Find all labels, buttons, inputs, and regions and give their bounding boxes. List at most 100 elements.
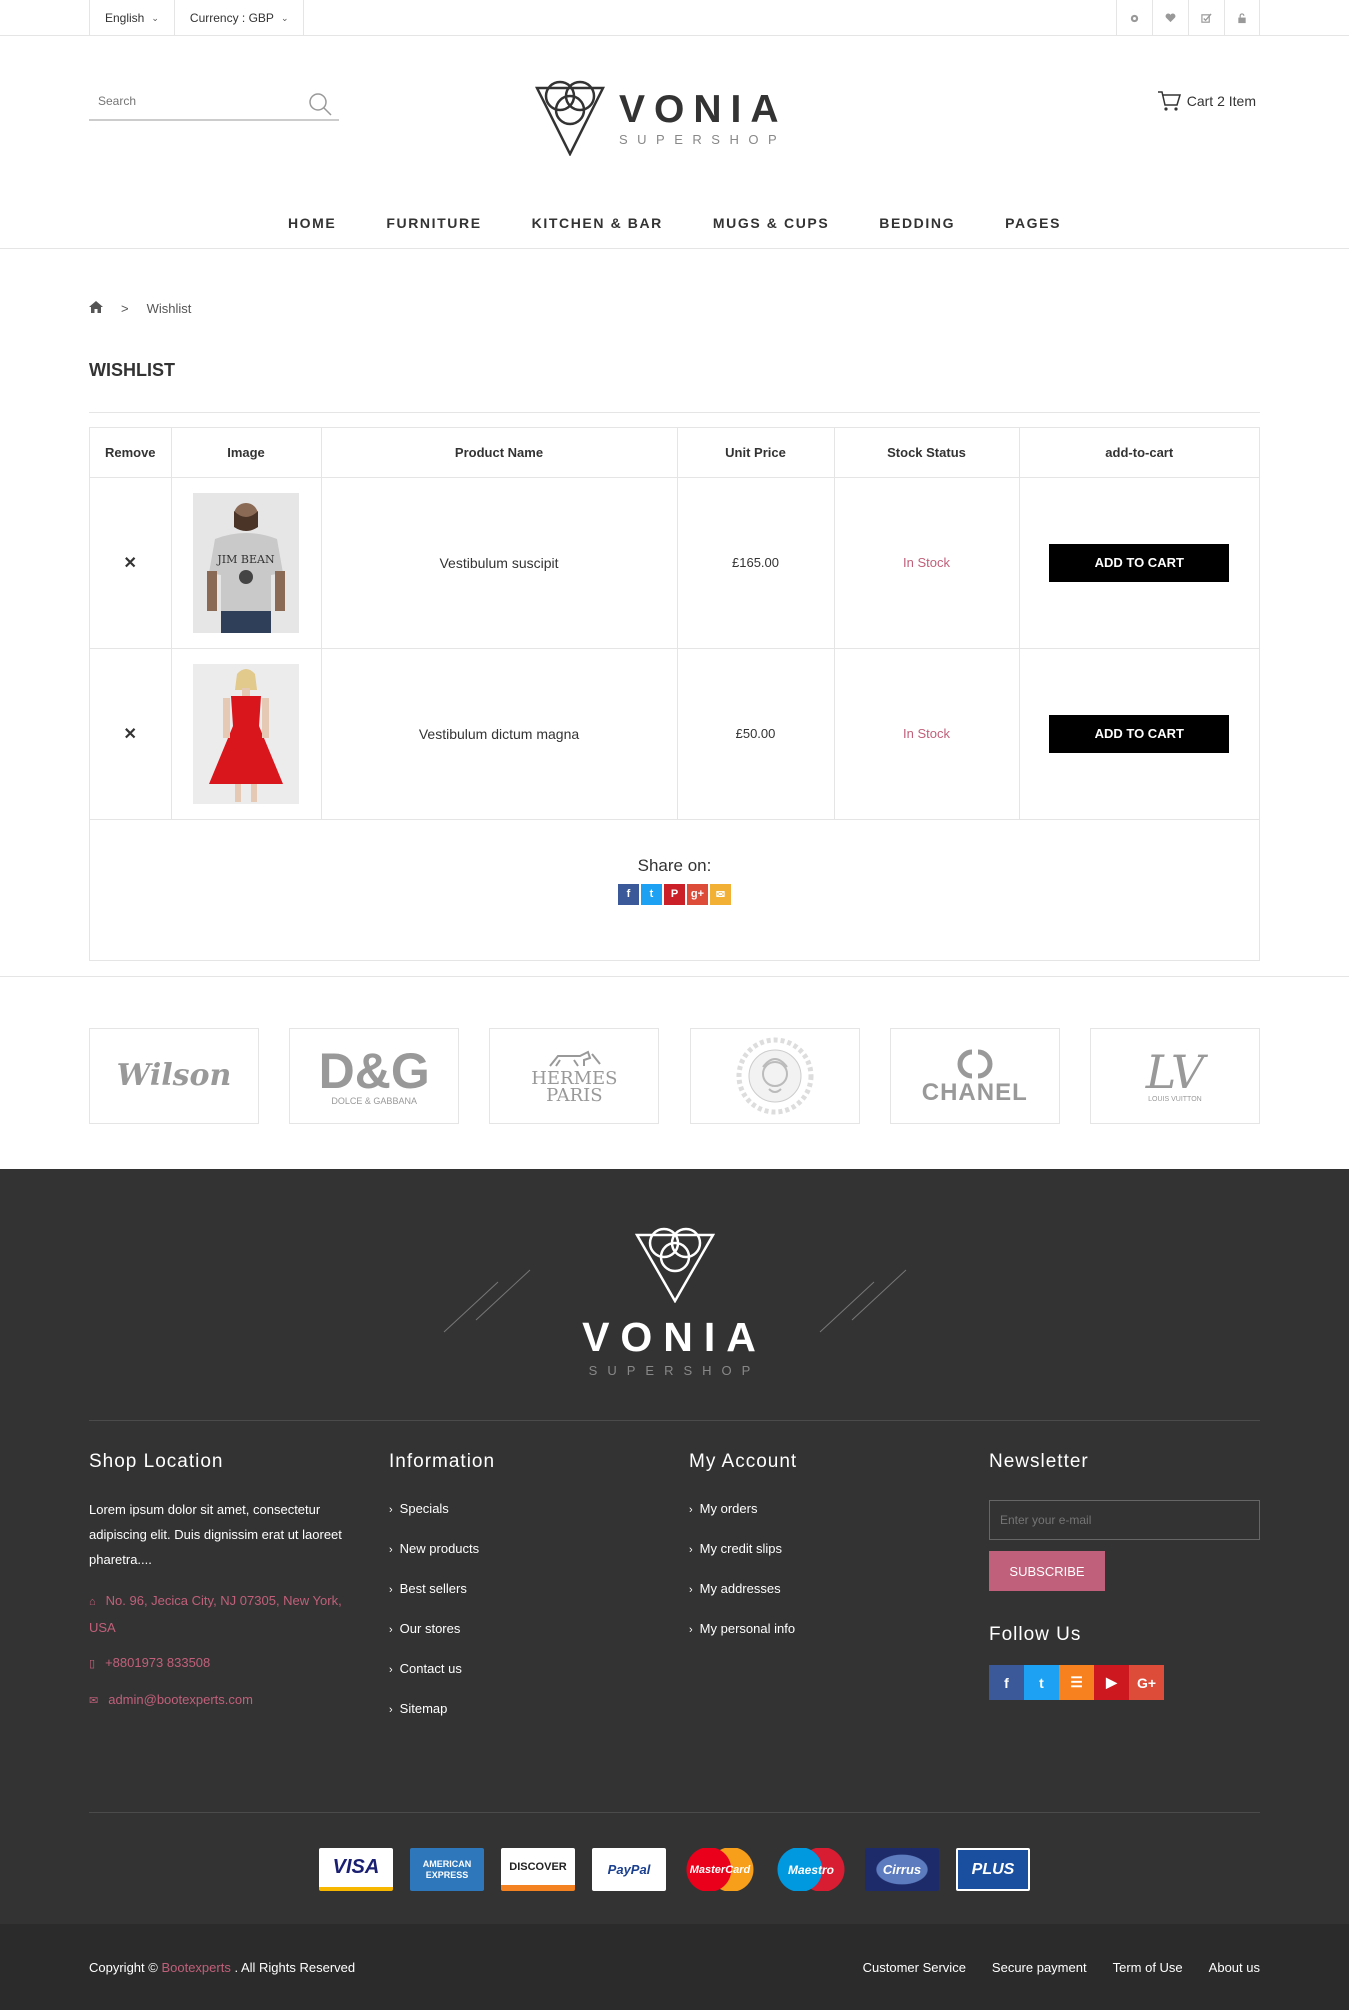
nav-furniture[interactable]: FURNITURE bbox=[386, 205, 481, 231]
footer: VONIA SUPERSHOP Shop Location Lorem ipsu… bbox=[0, 1169, 1349, 1924]
phone-text: +8801973 833508 bbox=[105, 1655, 211, 1670]
check-square-icon[interactable] bbox=[1188, 0, 1224, 36]
youtube-icon[interactable]: ▶ bbox=[1094, 1665, 1129, 1700]
term-of-use-link[interactable]: Term of Use bbox=[1113, 1960, 1183, 1975]
product-name[interactable]: Vestibulum suscipit bbox=[321, 477, 678, 649]
footer-link[interactable]: › Sitemap bbox=[389, 1701, 495, 1741]
search-icon[interactable] bbox=[307, 91, 333, 122]
email-share-icon[interactable]: ✉ bbox=[710, 883, 731, 905]
copyright-brand-link[interactable]: Bootexperts bbox=[161, 1960, 230, 1975]
share-title: Share on: bbox=[637, 855, 712, 875]
heart-icon[interactable] bbox=[1152, 0, 1188, 36]
col-stock-status: Stock Status bbox=[834, 428, 1020, 478]
chevron-right-icon: › bbox=[389, 1704, 393, 1716]
cart-label: Cart 2 Item bbox=[1186, 93, 1256, 109]
diamond-logo-icon bbox=[634, 1227, 715, 1304]
mobile-icon: ▯ bbox=[89, 1658, 96, 1670]
secure-payment-link[interactable]: Secure payment bbox=[992, 1960, 1087, 1975]
language-selector[interactable]: English ⌄ bbox=[89, 0, 174, 36]
product-image[interactable]: JIM BEAN bbox=[193, 492, 299, 633]
social-links: f t ☰ ▶ G+ bbox=[989, 1665, 1260, 1700]
facebook-share-icon[interactable]: f bbox=[618, 883, 639, 905]
footer-logo-subtitle: SUPERSHOP bbox=[588, 1363, 761, 1378]
footer-link-label: My orders bbox=[699, 1501, 758, 1516]
logo-subtitle: SUPERSHOP bbox=[619, 131, 787, 147]
search-input[interactable] bbox=[89, 85, 289, 117]
brand-logo-hermes[interactable]: HERMES PARIS bbox=[489, 1027, 660, 1124]
brand-logo-lv[interactable]: LV LOUIS VUITTON bbox=[1089, 1027, 1260, 1124]
bottom-bar: Copyright © Bootexperts . All Rights Res… bbox=[0, 1924, 1349, 2010]
product-image[interactable] bbox=[193, 663, 299, 804]
add-to-cart-button[interactable]: ADD TO CART bbox=[1049, 714, 1230, 753]
nav-home[interactable]: HOME bbox=[288, 205, 336, 231]
footer-link[interactable]: › My credit slips bbox=[689, 1541, 797, 1581]
currency-label: Currency : GBP bbox=[189, 11, 274, 25]
cart-button[interactable]: Cart 2 Item bbox=[1157, 90, 1256, 112]
header: VONIA SUPERSHOP Cart 2 Item bbox=[0, 36, 1349, 188]
unit-price: £50.00 bbox=[677, 648, 835, 820]
col-remove: Remove bbox=[90, 428, 172, 478]
follow-us-title: Follow Us bbox=[989, 1624, 1082, 1645]
product-name[interactable]: Vestibulum dictum magna bbox=[321, 648, 678, 820]
home-icon[interactable] bbox=[89, 301, 103, 316]
diamond-logo-icon bbox=[535, 80, 605, 156]
pinterest-share-icon[interactable]: P bbox=[664, 883, 685, 905]
brand-logo-chanel[interactable]: CHANEL bbox=[889, 1027, 1060, 1124]
cirrus-card-icon: Cirrus bbox=[865, 1848, 939, 1891]
phone: ▯ +8801973 833508 bbox=[89, 1650, 349, 1677]
table-header-row: Remove Image Product Name Unit Price Sto… bbox=[90, 428, 1259, 478]
footer-link-label: Our stores bbox=[399, 1621, 461, 1636]
unit-price: £165.00 bbox=[677, 477, 835, 649]
google-plus-icon[interactable]: G+ bbox=[1129, 1665, 1164, 1700]
footer-link[interactable]: › Our stores bbox=[389, 1621, 495, 1661]
footer-link[interactable]: › My addresses bbox=[689, 1581, 797, 1621]
brand-logo-versace[interactable] bbox=[689, 1027, 860, 1124]
email[interactable]: ✉ admin@bootexperts.com bbox=[89, 1687, 349, 1714]
footer-link[interactable]: › Contact us bbox=[389, 1661, 495, 1701]
footer-link[interactable]: › Best sellers bbox=[389, 1581, 495, 1621]
facebook-icon[interactable]: f bbox=[989, 1665, 1024, 1700]
rss-icon[interactable]: ☰ bbox=[1059, 1665, 1094, 1700]
footer-link[interactable]: › My personal info bbox=[689, 1621, 797, 1661]
column-title: Shop Location bbox=[89, 1451, 224, 1472]
brand-logo-wilson[interactable]: Wilson bbox=[89, 1027, 259, 1124]
breadcrumb: > Wishlist bbox=[89, 249, 1260, 359]
remove-button[interactable]: ✕ bbox=[124, 555, 137, 572]
nav-mugs-cups[interactable]: MUGS & CUPS bbox=[713, 205, 829, 231]
language-label: English bbox=[105, 11, 145, 25]
gear-icon[interactable] bbox=[1116, 0, 1152, 36]
top-bar: English ⌄ Currency : GBP ⌄ bbox=[0, 0, 1349, 36]
footer-link-label: Sitemap bbox=[399, 1701, 448, 1716]
twitter-share-icon[interactable]: t bbox=[641, 883, 662, 905]
address: ⌂ No. 96, Jecica City, NJ 07305, New York… bbox=[89, 1588, 349, 1640]
stock-status: In Stock bbox=[834, 477, 1020, 649]
lock-icon[interactable] bbox=[1224, 0, 1260, 36]
chevron-right-icon: › bbox=[389, 1504, 393, 1516]
footer-logo[interactable]: VONIA SUPERSHOP bbox=[0, 1227, 1349, 1378]
site-logo[interactable]: VONIA SUPERSHOP bbox=[535, 80, 788, 156]
chevron-right-icon: › bbox=[389, 1544, 393, 1556]
nav-bedding[interactable]: BEDDING bbox=[879, 205, 955, 231]
customer-service-link[interactable]: Customer Service bbox=[863, 1960, 966, 1975]
chevron-right-icon: › bbox=[389, 1584, 393, 1596]
currency-selector[interactable]: Currency : GBP ⌄ bbox=[173, 0, 305, 36]
google-plus-share-icon[interactable]: g+ bbox=[687, 883, 708, 905]
footer-link[interactable]: › New products bbox=[389, 1541, 495, 1581]
wishlist-table: Remove Image Product Name Unit Price Sto… bbox=[89, 427, 1260, 961]
nav-kitchen-bar[interactable]: KITCHEN & BAR bbox=[532, 205, 663, 231]
twitter-icon[interactable]: t bbox=[1024, 1665, 1059, 1700]
brand-name: Wilson bbox=[116, 1058, 232, 1093]
newsletter-email-input[interactable] bbox=[989, 1500, 1260, 1540]
chevron-down-icon: ⌄ bbox=[280, 12, 289, 23]
remove-button[interactable]: ✕ bbox=[124, 726, 137, 743]
footer-link[interactable]: › My orders bbox=[689, 1501, 797, 1541]
nav-pages[interactable]: PAGES bbox=[1005, 205, 1061, 231]
brand-name: CHANEL bbox=[921, 1078, 1028, 1106]
main-nav: HOME FURNITURE KITCHEN & BAR MUGS & CUPS… bbox=[0, 188, 1349, 249]
footer-link[interactable]: › Specials bbox=[389, 1501, 495, 1541]
footer-link-label: New products bbox=[399, 1541, 480, 1556]
add-to-cart-button[interactable]: ADD TO CART bbox=[1049, 543, 1230, 582]
about-us-link[interactable]: About us bbox=[1209, 1960, 1260, 1975]
subscribe-button[interactable]: SUBSCRIBE bbox=[989, 1551, 1105, 1591]
brand-logo-dg[interactable]: D&G DOLCE & GABBANA bbox=[289, 1027, 460, 1124]
